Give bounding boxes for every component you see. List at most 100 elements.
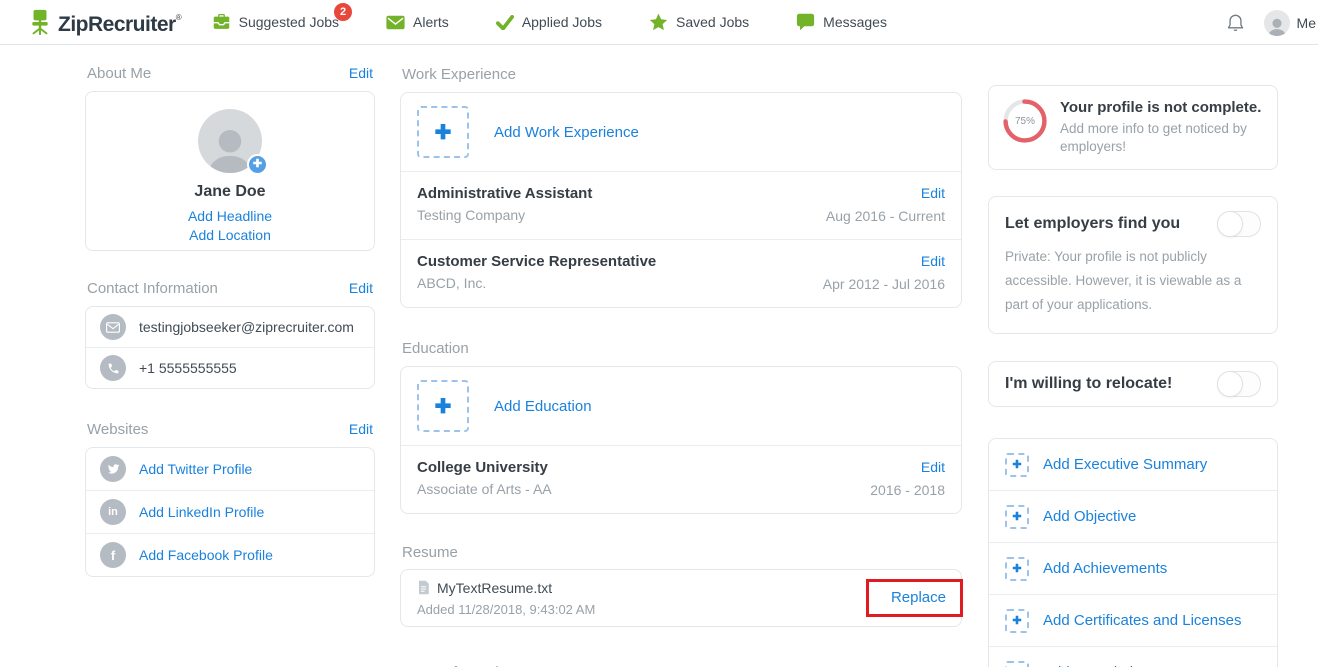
education-dates: 2016 - 2018: [870, 482, 945, 498]
completion-ring: 75%: [1003, 99, 1047, 143]
plus-icon: [1005, 453, 1029, 477]
add-facebook-row[interactable]: f Add Facebook Profile: [86, 534, 374, 576]
add-headline-link[interactable]: Add Headline: [86, 207, 374, 226]
star-icon: [649, 13, 668, 31]
chair-icon: [27, 7, 53, 37]
account-avatar[interactable]: [1264, 10, 1290, 36]
nav-suggested-jobs[interactable]: Suggested Jobs 2: [212, 13, 339, 32]
plus-icon: [1005, 661, 1029, 667]
plus-icon: [417, 380, 469, 432]
main-nav: Suggested Jobs 2 Alerts Applied Jobs: [212, 13, 934, 32]
websites-heading: Websites: [87, 421, 148, 438]
header-right: Me: [1225, 0, 1318, 45]
main-content: Work Experience Add Work Experience Admi…: [400, 45, 962, 667]
add-location-link[interactable]: Add Location: [86, 226, 374, 245]
nav-label: Alerts: [413, 14, 449, 30]
resume-added-date: Added 11/28/2018, 9:43:02 AM: [417, 602, 595, 617]
company-name: ABCD, Inc.: [417, 275, 656, 291]
websites-edit-link[interactable]: Edit: [349, 421, 373, 437]
work-entry: Customer Service Representative ABCD, In…: [401, 240, 961, 307]
brand-name: ZipRecruiter: [58, 13, 176, 36]
education-entry: College University Associate of Arts - A…: [401, 446, 961, 513]
about-me-card: ✚ Jane Doe Add Headline Add Location: [85, 91, 375, 251]
profile-name: Jane Doe: [86, 183, 374, 201]
envelope-icon: [386, 15, 405, 30]
add-executive-summary-button[interactable]: Add Executive Summary: [989, 439, 1277, 490]
education-card: Add Education College University Associa…: [400, 366, 962, 514]
resume-heading: Resume: [402, 544, 458, 561]
job-title: Customer Service Representative: [417, 253, 656, 270]
linkedin-icon: in: [100, 499, 126, 525]
profile-completion-card: 75% Your profile is not complete. Add mo…: [988, 85, 1278, 170]
education-heading: Education: [402, 340, 469, 357]
add-objective-button[interactable]: Add Objective: [989, 491, 1277, 542]
add-certificates-button[interactable]: Add Certificates and Licenses: [989, 595, 1277, 646]
contact-card: testingjobseeker@ziprecruiter.com +1 555…: [85, 306, 375, 389]
nav-alerts[interactable]: Alerts: [386, 14, 449, 30]
add-photo-icon[interactable]: ✚: [247, 154, 268, 175]
work-entry: Administrative Assistant Testing Company…: [401, 172, 961, 239]
replace-resume-button[interactable]: Replace: [891, 589, 946, 606]
nav-label: Messages: [823, 14, 887, 30]
completion-description: Add more info to get noticed by employer…: [1060, 120, 1265, 156]
contact-email-row: testingjobseeker@ziprecruiter.com: [86, 307, 374, 347]
contact-phone-value: +1 5555555555: [139, 360, 237, 376]
add-linkedin-row[interactable]: in Add LinkedIn Profile: [86, 491, 374, 533]
add-linkedin-link[interactable]: Add LinkedIn Profile: [139, 504, 264, 520]
add-facebook-link[interactable]: Add Facebook Profile: [139, 547, 273, 563]
email-icon: [100, 314, 126, 340]
left-sidebar: About Me Edit ✚ Jane Doe Add Headline Ad…: [85, 45, 375, 577]
employers-find-you-title: Let employers find you: [1005, 215, 1180, 233]
websites-card: Add Twitter Profile in Add LinkedIn Prof…: [85, 447, 375, 577]
annotation-highlight: Replace: [866, 579, 963, 617]
add-achievements-button[interactable]: Add Achievements: [989, 543, 1277, 594]
job-title: Administrative Assistant: [417, 185, 592, 202]
add-twitter-link[interactable]: Add Twitter Profile: [139, 461, 252, 477]
school-name: College University: [417, 459, 552, 476]
work-experience-heading: Work Experience: [402, 66, 516, 83]
add-twitter-row[interactable]: Add Twitter Profile: [86, 448, 374, 490]
right-sidebar: 75% Your profile is not complete. Add mo…: [988, 45, 1278, 667]
completion-percent: 75%: [1003, 99, 1047, 143]
education-entry-edit-link[interactable]: Edit: [921, 459, 945, 475]
account-menu[interactable]: Me: [1297, 15, 1316, 31]
add-associations-button[interactable]: Add Associations: [989, 647, 1277, 667]
nav-label: Saved Jobs: [676, 14, 749, 30]
notifications-bell-icon[interactable]: [1225, 12, 1246, 34]
suggested-jobs-count-badge: 2: [334, 3, 352, 21]
privacy-description: Private: Your profile is not publicly ac…: [1005, 245, 1250, 317]
contact-heading: Contact Information: [87, 280, 218, 297]
plus-icon: [1005, 557, 1029, 581]
add-objective-label: Add Objective: [1043, 508, 1136, 525]
plus-icon: [417, 106, 469, 158]
ziprecruiter-logo[interactable]: ZipRecruiter®: [27, 7, 182, 37]
add-work-experience-button[interactable]: Add Work Experience: [401, 93, 961, 171]
twitter-icon: [100, 456, 126, 482]
plus-icon: [1005, 505, 1029, 529]
relocate-title: I'm willing to relocate!: [1005, 375, 1172, 393]
contact-edit-link[interactable]: Edit: [349, 280, 373, 296]
check-icon: [496, 15, 514, 30]
nav-messages[interactable]: Messages: [796, 13, 887, 31]
nav-applied-jobs[interactable]: Applied Jobs: [496, 14, 602, 30]
work-entry-edit-link[interactable]: Edit: [921, 253, 945, 269]
top-navbar: ZipRecruiter® Suggested Jobs 2 Alerts: [0, 0, 1318, 45]
add-certificates-label: Add Certificates and Licenses: [1043, 612, 1241, 629]
add-executive-summary-label: Add Executive Summary: [1043, 456, 1207, 473]
registered-mark: ®: [176, 13, 182, 22]
nav-saved-jobs[interactable]: Saved Jobs: [649, 13, 749, 31]
phone-icon: [100, 355, 126, 381]
add-work-experience-label: Add Work Experience: [494, 124, 639, 141]
relocate-card: I'm willing to relocate!: [988, 361, 1278, 407]
file-icon: [417, 580, 430, 595]
work-entry-edit-link[interactable]: Edit: [921, 185, 945, 201]
contact-phone-row: +1 5555555555: [86, 348, 374, 388]
employers-find-you-toggle[interactable]: [1217, 211, 1261, 237]
relocate-toggle[interactable]: [1217, 371, 1261, 397]
work-experience-card: Add Work Experience Administrative Assis…: [400, 92, 962, 308]
add-achievements-label: Add Achievements: [1043, 560, 1167, 577]
resume-file-name: MyTextResume.txt: [437, 580, 552, 596]
job-dates: Aug 2016 - Current: [826, 208, 945, 224]
add-education-button[interactable]: Add Education: [401, 367, 961, 445]
about-edit-link[interactable]: Edit: [349, 65, 373, 81]
